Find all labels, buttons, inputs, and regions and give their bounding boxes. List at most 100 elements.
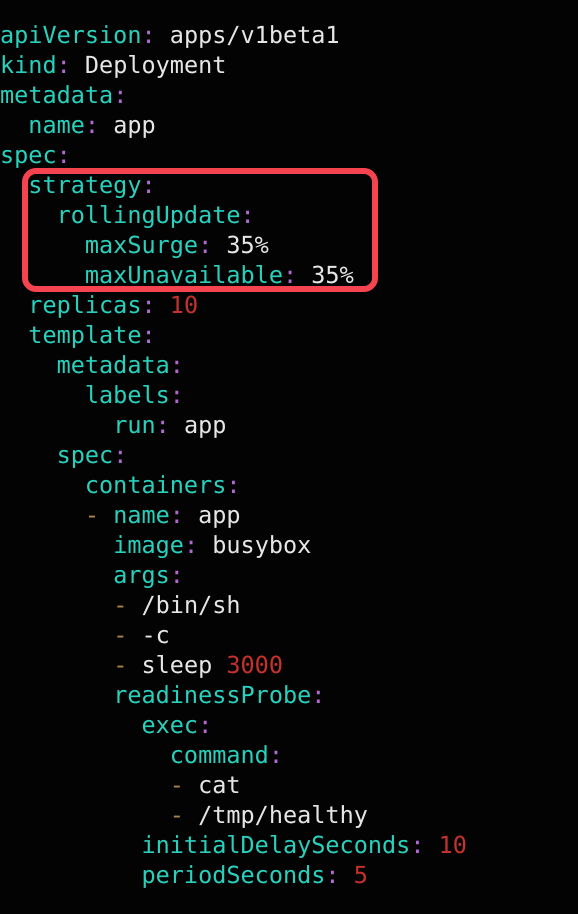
yaml-key: labels <box>84 381 170 409</box>
yaml-key: run <box>113 411 156 439</box>
code-line[interactable]: run: app <box>0 410 467 440</box>
yaml-number-value: 3000 <box>226 651 283 679</box>
code-line[interactable]: - -c <box>0 620 467 650</box>
yaml-key: args <box>113 561 170 589</box>
yaml-colon: : <box>198 231 213 259</box>
code-line[interactable]: metadata: <box>0 80 467 110</box>
yaml-string-value: cat <box>198 771 241 799</box>
code-line[interactable]: readinessProbe: <box>0 680 467 710</box>
yaml-colon: : <box>113 81 128 109</box>
code-line[interactable]: - cat <box>0 770 467 800</box>
code-line[interactable]: strategy: <box>0 170 467 200</box>
yaml-key: apiVersion <box>0 21 142 49</box>
yaml-string-value: apps/v1beta1 <box>169 21 340 49</box>
yaml-colon: : <box>325 861 340 889</box>
code-line[interactable]: initialDelaySeconds: 10 <box>0 830 466 860</box>
yaml-string-value: sleep <box>141 651 227 679</box>
yaml-string-value: 35% <box>311 261 354 289</box>
yaml-colon: : <box>226 471 241 499</box>
yaml-code-block[interactable]: apiVersion: apps/v1beta1 kind: Deployment… <box>0 20 467 890</box>
code-line[interactable]: kind: Deployment <box>0 50 467 80</box>
code-line[interactable]: command: <box>0 740 467 770</box>
yaml-key: metadata <box>56 351 170 379</box>
yaml-editor-viewport[interactable]: apiVersion: apps/v1beta1 kind: Deployment… <box>0 0 578 914</box>
yaml-colon: : <box>84 111 100 139</box>
yaml-colon: : <box>198 711 213 739</box>
yaml-colon: : <box>113 441 128 469</box>
code-line[interactable]: - sleep 3000 <box>0 650 467 680</box>
code-line[interactable]: - name: app <box>0 500 467 530</box>
yaml-colon: : <box>169 381 184 409</box>
yaml-string-value: -c <box>141 621 170 649</box>
yaml-key: maxUnavailable <box>84 261 283 289</box>
yaml-colon: : <box>56 141 71 169</box>
code-line[interactable]: metadata: <box>0 350 467 380</box>
code-line[interactable]: replicas: 10 <box>0 290 467 320</box>
yaml-key: command <box>169 741 269 769</box>
yaml-colon: : <box>282 261 298 289</box>
yaml-string-value: app <box>113 111 156 139</box>
code-line[interactable]: rollingUpdate: <box>0 200 467 230</box>
yaml-colon: : <box>268 741 283 769</box>
code-line[interactable]: - /bin/sh <box>0 590 467 620</box>
list-dash-marker: - <box>113 591 128 619</box>
yaml-string-value: /tmp/healthy <box>198 801 368 829</box>
code-line[interactable]: apiVersion: apps/v1beta1 <box>0 20 467 50</box>
code-line[interactable]: periodSeconds: 5 <box>0 860 467 890</box>
code-line[interactable]: maxUnavailable: 35% <box>0 260 467 290</box>
yaml-key: readinessProbe <box>113 681 312 709</box>
code-line[interactable]: - /tmp/healthy <box>0 800 467 830</box>
yaml-colon: : <box>141 171 156 199</box>
yaml-key: rollingUpdate <box>56 201 241 229</box>
yaml-key: exec <box>141 711 199 739</box>
yaml-colon: : <box>56 51 71 79</box>
code-line[interactable]: labels: <box>0 380 467 410</box>
yaml-colon: : <box>410 831 425 859</box>
code-line[interactable]: exec: <box>0 710 467 740</box>
code-line[interactable]: name: app <box>0 110 467 140</box>
list-dash-marker: - <box>84 501 100 529</box>
yaml-string-value: busybox <box>212 531 312 559</box>
yaml-colon: : <box>240 201 255 229</box>
code-line[interactable]: template: <box>0 320 467 350</box>
code-line[interactable]: maxSurge: 35% <box>0 230 467 260</box>
list-dash-marker: - <box>113 621 128 649</box>
yaml-string-value: Deployment <box>84 51 227 79</box>
code-line[interactable]: containers: <box>0 470 467 500</box>
yaml-colon: : <box>311 681 326 709</box>
yaml-key: metadata <box>0 81 114 109</box>
code-line[interactable]: spec: <box>0 440 467 470</box>
code-line[interactable]: spec: <box>0 140 467 170</box>
yaml-key: spec <box>56 441 114 469</box>
yaml-string-value: 35% <box>226 231 269 259</box>
yaml-string-value: app <box>183 411 227 439</box>
yaml-key: replicas <box>28 291 142 319</box>
code-line[interactable]: image: busybox <box>0 530 467 560</box>
code-line[interactable]: args: <box>0 560 467 590</box>
yaml-number-value: 5 <box>353 861 368 889</box>
